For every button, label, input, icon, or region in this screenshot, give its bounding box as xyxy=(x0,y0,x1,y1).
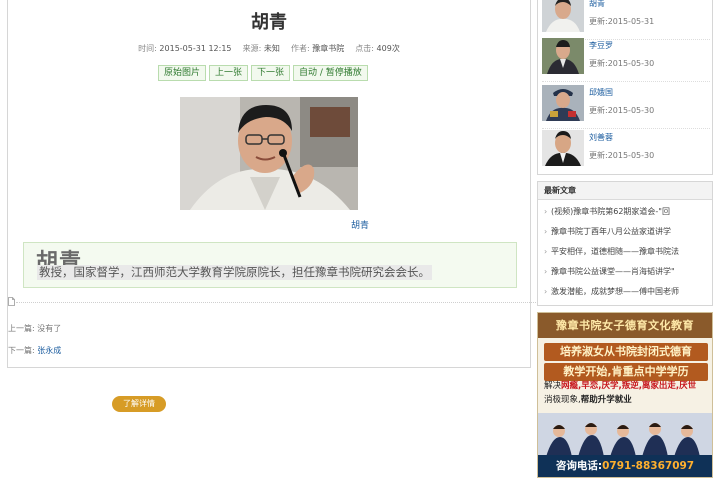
author-name[interactable]: 邱娥国 xyxy=(589,87,613,98)
latest-articles-title: 最新文章 xyxy=(538,182,712,200)
prev-article-label: 上一篇: xyxy=(8,324,35,333)
next-article-nav: 下一篇: 张永成 xyxy=(8,345,61,356)
author-name[interactable]: 李豆罗 xyxy=(589,40,613,51)
bullet-icon: › xyxy=(544,267,548,276)
ad-desc-line2-bold: 帮助升学就业 xyxy=(580,395,632,405)
ad-students-illustration xyxy=(538,413,712,457)
time-label: 时间: xyxy=(138,44,157,53)
next-article-label: 下一篇: xyxy=(8,346,35,355)
ad-description-line-1: 解决网瘾,早恋,厌学,叛逆,离家出走,厌世 xyxy=(544,379,708,393)
publish-time: 2015-05-31 12:15 xyxy=(159,44,232,53)
views-count: 409次 xyxy=(376,44,400,53)
next-image-button[interactable]: 下一张 xyxy=(251,65,291,81)
author-thumbnail[interactable] xyxy=(542,85,584,121)
latest-article-link[interactable]: 平安相伴，道德相随——豫章书院法 xyxy=(551,247,679,256)
portrait-photo[interactable] xyxy=(180,97,358,210)
author-update-date: 更新:2015-05-30 xyxy=(589,106,655,115)
ad-desc-highlight: 网瘾,早恋,厌学,叛逆,离家出走,厌世 xyxy=(561,381,697,391)
author-item[interactable]: 刘善蓉 更新:2015-05-30 xyxy=(542,130,710,174)
ad-phone-label: 咨询电话: xyxy=(555,460,603,472)
ad-phone-number: 0791-88367097 xyxy=(602,460,695,472)
ad-details-button[interactable]: 了解详情 xyxy=(112,396,166,412)
bio-text: 教授，国家督学，江西师范大学教育学院原院长，担任豫章书院研究会会长。 xyxy=(37,265,432,280)
source-value: 未知 xyxy=(263,44,280,53)
bullet-icon: › xyxy=(544,227,548,236)
article-title: 胡青 xyxy=(251,12,287,33)
author-update-date: 更新:2015-05-30 xyxy=(589,59,655,68)
views-label: 点击: xyxy=(355,44,374,53)
author-update-date: 更新:2015-05-31 xyxy=(589,17,655,26)
bullet-icon: › xyxy=(544,207,548,216)
ad-desc-prefix: 解决 xyxy=(544,381,562,391)
original-image-button[interactable]: 原始图片 xyxy=(158,65,207,81)
bullet-icon: › xyxy=(544,287,548,296)
latest-article-item[interactable]: › 平安相伴，道德相随——豫章书院法 xyxy=(544,242,712,262)
ad-slogan-line-1: 培养淑女从书院封闭式德育 xyxy=(544,343,708,361)
latest-article-item[interactable]: › 豫章书院丁酉年八月公益家道讲学 xyxy=(544,222,712,242)
author-item[interactable]: 胡青 更新:2015-05-31 xyxy=(542,0,710,40)
previous-image-button[interactable]: 上一张 xyxy=(209,65,249,81)
ad-banner[interactable]: 豫章书院女子德育文化教育 培养淑女从书院封闭式德育 教学开始,肯重点中学学历 解… xyxy=(537,312,713,478)
bullet-icon: › xyxy=(544,247,548,256)
author-update-date: 更新:2015-05-30 xyxy=(589,151,655,160)
author-value: 豫章书院 xyxy=(312,44,345,53)
latest-article-link[interactable]: 豫章书院公益课堂——肖海韬讲学" xyxy=(551,267,675,276)
author-item[interactable]: 李豆罗 更新:2015-05-30 xyxy=(542,38,710,82)
bio-box: 胡青 教授，国家督学，江西师范大学教育学院原院长，担任豫章书院研究会会长。 xyxy=(23,242,517,288)
autoplay-toggle-button[interactable]: 自动 / 暂停播放 xyxy=(293,65,368,81)
ad-description-line-2: 消极现象,帮助升学就业 xyxy=(544,393,708,407)
portrait-illustration xyxy=(180,97,358,210)
latest-articles-list: › (视频)豫章书院第62期家道会-"回 › 豫章书院丁酉年八月公益家道讲学 › 平安… xyxy=(538,200,712,302)
prev-article-nav: 上一篇: 没有了 xyxy=(8,323,61,334)
gallery-controls: 原始图片 上一张 下一张 自动 / 暂停播放 xyxy=(158,65,368,81)
author-label: 作者: xyxy=(290,44,310,53)
article-meta: 时间: 2015-05-31 12:15 来源: 未知 作者: 豫章书院 点击:… xyxy=(8,43,530,54)
prev-article-value: 没有了 xyxy=(37,324,62,333)
author-name[interactable]: 刘善蓉 xyxy=(589,132,613,143)
latest-article-item[interactable]: › 豫章书院公益课堂——肖海韬讲学" xyxy=(544,262,712,282)
latest-article-link[interactable]: 激发潜能，成就梦想——傅中国老师 xyxy=(551,287,679,296)
latest-article-link[interactable]: (视频)豫章书院第62期家道会-"回 xyxy=(551,207,670,216)
author-item[interactable]: 邱娥国 更新:2015-05-30 xyxy=(542,85,710,129)
latest-article-link[interactable]: 豫章书院丁酉年八月公益家道讲学 xyxy=(551,227,671,236)
author-thumbnail[interactable] xyxy=(542,130,584,166)
source-label: 来源: xyxy=(242,44,262,53)
author-thumbnail[interactable] xyxy=(542,0,584,32)
latest-article-item[interactable]: › (视频)豫章书院第62期家道会-"回 xyxy=(544,202,712,222)
author-name[interactable]: 胡青 xyxy=(589,0,605,9)
author-list-panel: 胡青 更新:2015-05-31 李豆罗 更新:2015-05-30 邱娥国 更… xyxy=(537,0,713,175)
document-icon xyxy=(8,297,15,306)
author-thumbnail[interactable] xyxy=(542,38,584,74)
ad-desc-line2: 消极现象, xyxy=(544,395,581,405)
latest-articles-panel: 最新文章 › (视频)豫章书院第62期家道会-"回 › 豫章书院丁酉年八月公益家道讲… xyxy=(537,181,713,306)
ad-phone: 咨询电话:0791-88367097 xyxy=(538,455,712,477)
next-article-link[interactable]: 张永成 xyxy=(37,346,61,355)
ad-title: 豫章书院女子德育文化教育 xyxy=(538,313,712,338)
latest-article-item[interactable]: › 激发潜能，成就梦想——傅中国老师 xyxy=(544,282,712,302)
